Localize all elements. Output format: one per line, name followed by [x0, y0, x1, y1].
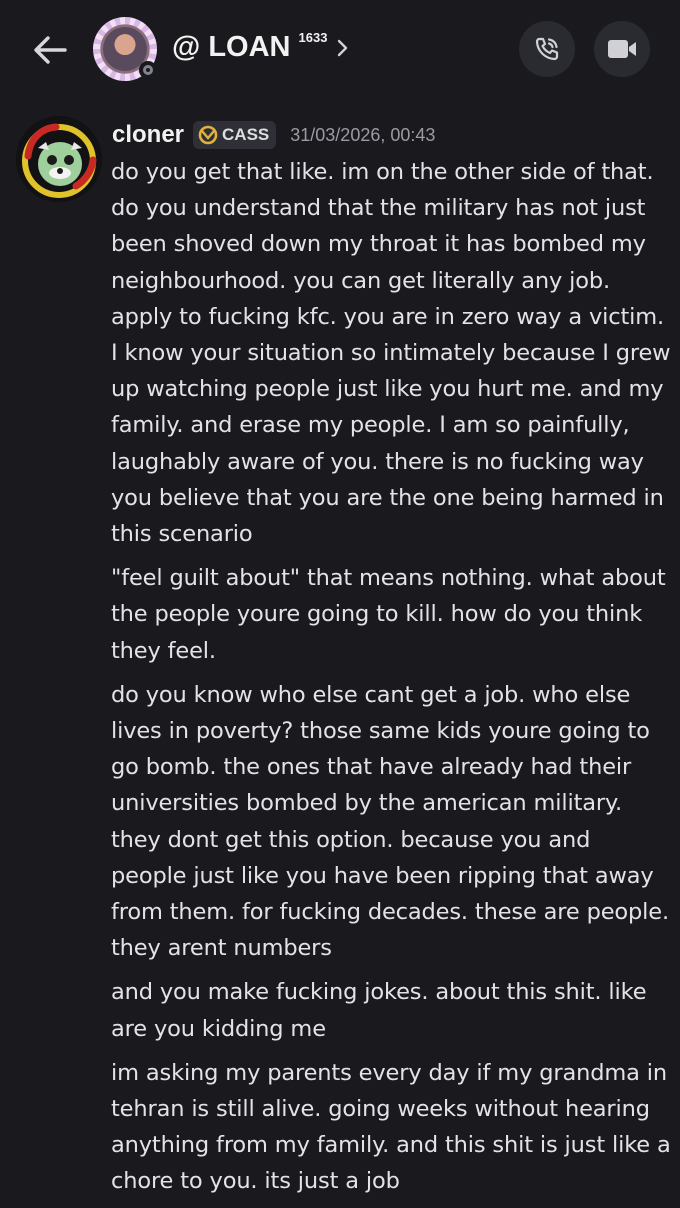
message-header: cloner CASS 31/03/2026, 00:43 [112, 118, 435, 152]
guild-tag-label: CASS [222, 125, 270, 144]
guild-tag-icon [198, 125, 218, 145]
message-paragraph: and you make fucking jokes. about this s… [111, 979, 647, 1042]
message-paragraph: do you get that like. im on the other si… [111, 159, 671, 548]
message-paragraph: "feel guilt about" that means nothing. w… [111, 565, 666, 664]
chevron-right-icon [338, 39, 348, 57]
author-avatar[interactable] [16, 116, 102, 202]
contact-name-button[interactable]: @ LOAN 1633 [172, 30, 349, 66]
contact-count: 1633 [298, 30, 328, 45]
idle-status-icon [139, 61, 157, 79]
contact-avatar[interactable] [93, 17, 157, 81]
contact-name: @ LOAN [172, 31, 291, 63]
guild-tag-badge[interactable]: CASS [193, 121, 277, 149]
arrow-left-icon [34, 36, 67, 64]
video-call-button[interactable] [594, 21, 650, 77]
video-camera-icon [608, 40, 636, 58]
message-paragraph: do you know who else cant get a job. who… [111, 681, 669, 962]
author-avatar-image [16, 116, 102, 202]
message-body: do you get that like. im on the other si… [111, 154, 671, 1208]
author-username[interactable]: cloner [112, 121, 184, 149]
chat-header: @ LOAN 1633 [0, 0, 680, 98]
voice-call-button[interactable] [519, 21, 575, 77]
back-button[interactable] [30, 30, 70, 70]
message-timestamp: 31/03/2026, 00:43 [290, 124, 436, 145]
phone-call-icon [535, 37, 559, 61]
message-paragraph: im asking my parents every day if my gra… [111, 1059, 671, 1195]
